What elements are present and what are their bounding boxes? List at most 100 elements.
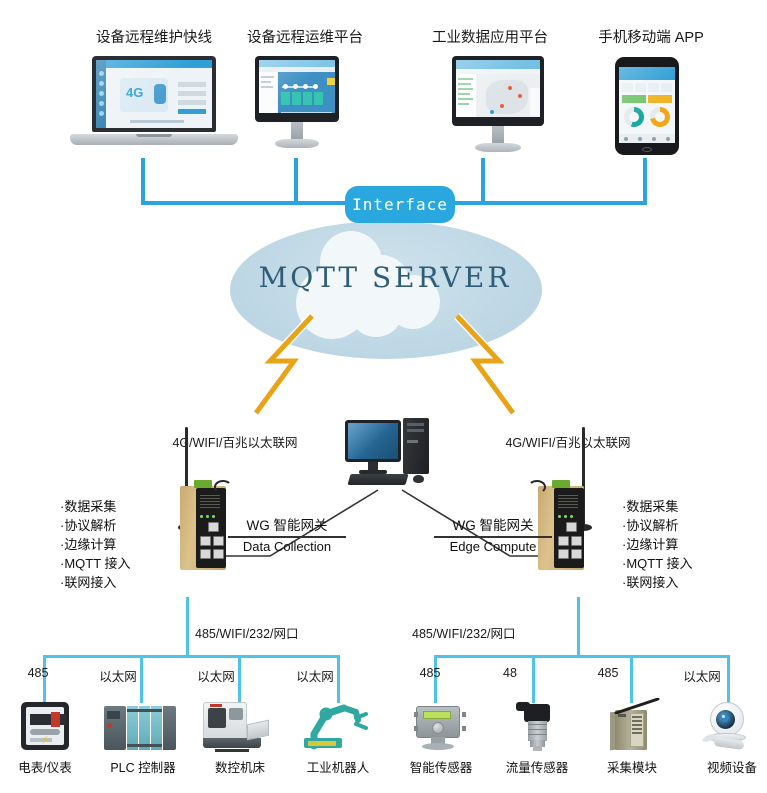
device-label-0-2: 数控机床 [214,761,265,775]
interface-badge: Interface [345,186,455,223]
gateway-feature: ·MQTT 接入 [622,556,693,571]
laptop-lid: 4G [92,56,216,132]
monitor-bezel [452,56,544,126]
gateway-feature: ·协议解析 [60,518,117,533]
cable-loop [528,480,546,494]
device-label-1-2: 采集模块 [606,761,657,775]
rj45-port [571,549,582,559]
architecture-diagram: 设备远程维护快线 设备远程运维平台 工业数据应用平台 手机移动端 APP 4G [0,0,767,793]
rj45-port [558,536,569,546]
device-label-1-1: 流量传感器 [505,761,569,775]
rj45-port [566,522,577,532]
gateway-feature: ·边缘计算 [60,537,117,552]
gateway-caption-cn: WG 智能网关 [452,518,534,533]
monitor-bezel [255,56,339,122]
monitor-device-2 [452,56,544,156]
bus-drop-app-0 [141,158,145,205]
laptop-device: 4G [70,56,238,152]
group-1-bus-label: 485/WIFI/232/网口 [412,627,516,641]
app-label-0: 设备远程维护快线 [96,30,212,46]
caption-rule [434,536,552,538]
electric-meter-icon: ⚡ [21,702,69,750]
laptop-screen: 4G [96,60,212,128]
smartphone-device [615,57,679,155]
bus-drop-app-1 [294,158,298,205]
gateway-uplink-label-0: 4G/WIFI/百兆以太联网 [172,436,298,450]
plc-controller-icon [104,706,176,750]
rj45-port [200,549,211,559]
gateway-feature: ·MQTT 接入 [60,556,131,571]
interface-label: Interface [352,195,448,214]
gateway-feature: ·联网接入 [60,575,117,590]
gateway-faceplate [196,488,226,568]
video-camera-icon [700,702,754,752]
protocol-label-0-2: 以太网 [197,670,235,684]
gateway-uplink-label-1: 4G/WIFI/百兆以太联网 [505,436,631,450]
app-label-2: 工业数据应用平台 [432,30,548,46]
phone-screen [619,67,675,143]
monitor-neck [492,126,504,144]
protocol-label-0-3: 以太网 [296,670,334,684]
device-label-1-3: 视频设备 [706,761,757,775]
gateway-feature: ·联网接入 [622,575,679,590]
app-label-3: 手机移动端 APP [598,30,704,46]
lightning-bolt-right [454,313,517,416]
laptop-trackpad-notch [136,134,172,137]
module-antenna [614,698,660,714]
group-0-bus-label: 485/WIFI/232/网口 [195,627,299,641]
rj45-port [200,536,211,546]
gateway-caption-en: Edge Compute [449,538,537,554]
gateway-caption-left: WG 智能网关 Data Collection [228,514,346,554]
app-label-1: 设备远程运维平台 [247,30,363,46]
gateway-feature: ·数据采集 [622,499,679,514]
cable-loop [214,480,232,494]
protocol-label-1-2: 485 [597,666,619,680]
gateway-features-left: ·数据采集 ·协议解析 ·边缘计算 ·MQTT 接入 ·联网接入 [60,497,131,592]
protocol-label-1-1: 48 [503,666,517,680]
group-0-bus [43,655,340,658]
gateway-terminal-block [552,480,570,488]
protocol-label-1-0: 485 [419,666,441,680]
rj45-port [571,536,582,546]
monitor-foot [475,143,521,152]
device-label-0-0: 电表/仪表 [18,761,72,775]
monitor-device-1 [255,56,339,154]
gateway-terminal-block [194,480,212,488]
phone-home-button [642,147,652,152]
gateway-features-right: ·数据采集 ·协议解析 ·边缘计算 ·MQTT 接入 ·联网接入 [622,497,693,592]
rj45-port [208,522,219,532]
acquisition-module-icon [600,698,662,752]
cloud-puff [350,289,402,337]
gateway-faceplate [554,488,584,568]
protocol-label-0-1: 以太网 [99,670,137,684]
device-label-0-1: PLC 控制器 [110,761,176,775]
protocol-label-1-3: 以太网 [683,670,721,684]
desktop-computer [345,418,437,492]
gateway-feature: ·协议解析 [622,518,679,533]
group-1-trunk [577,597,580,657]
device-label-0-3: 工业机器人 [306,761,370,775]
industrial-robot-icon [300,700,374,752]
gateway-caption-cn: WG 智能网关 [246,518,328,533]
monitor-screen-2 [456,60,540,117]
rj45-port [213,536,224,546]
cnc-machine-icon [203,702,279,752]
group-1-bus [434,655,730,658]
group-0-trunk [186,597,189,657]
caption-rule [228,536,346,538]
monitor-screen-1 [259,60,335,113]
bus-drop-app-3 [643,158,647,205]
gateway-caption-right: WG 智能网关 Edge Compute [434,514,552,554]
monitor-neck [291,122,303,140]
monitor-foot [275,139,319,148]
lightning-bolt-left [252,313,315,416]
gateway-feature: ·边缘计算 [622,537,679,552]
smart-sensor-icon [414,706,466,752]
rj45-port [558,549,569,559]
protocol-label-0-0: 485 [27,666,49,680]
robot-arm-shape [304,704,368,750]
mqtt-server-label: MQTT SERVER [258,261,512,294]
flow-sensor-icon [516,700,558,752]
bus-drop-app-2 [481,158,485,205]
gateway-caption-en: Data Collection [242,538,332,554]
